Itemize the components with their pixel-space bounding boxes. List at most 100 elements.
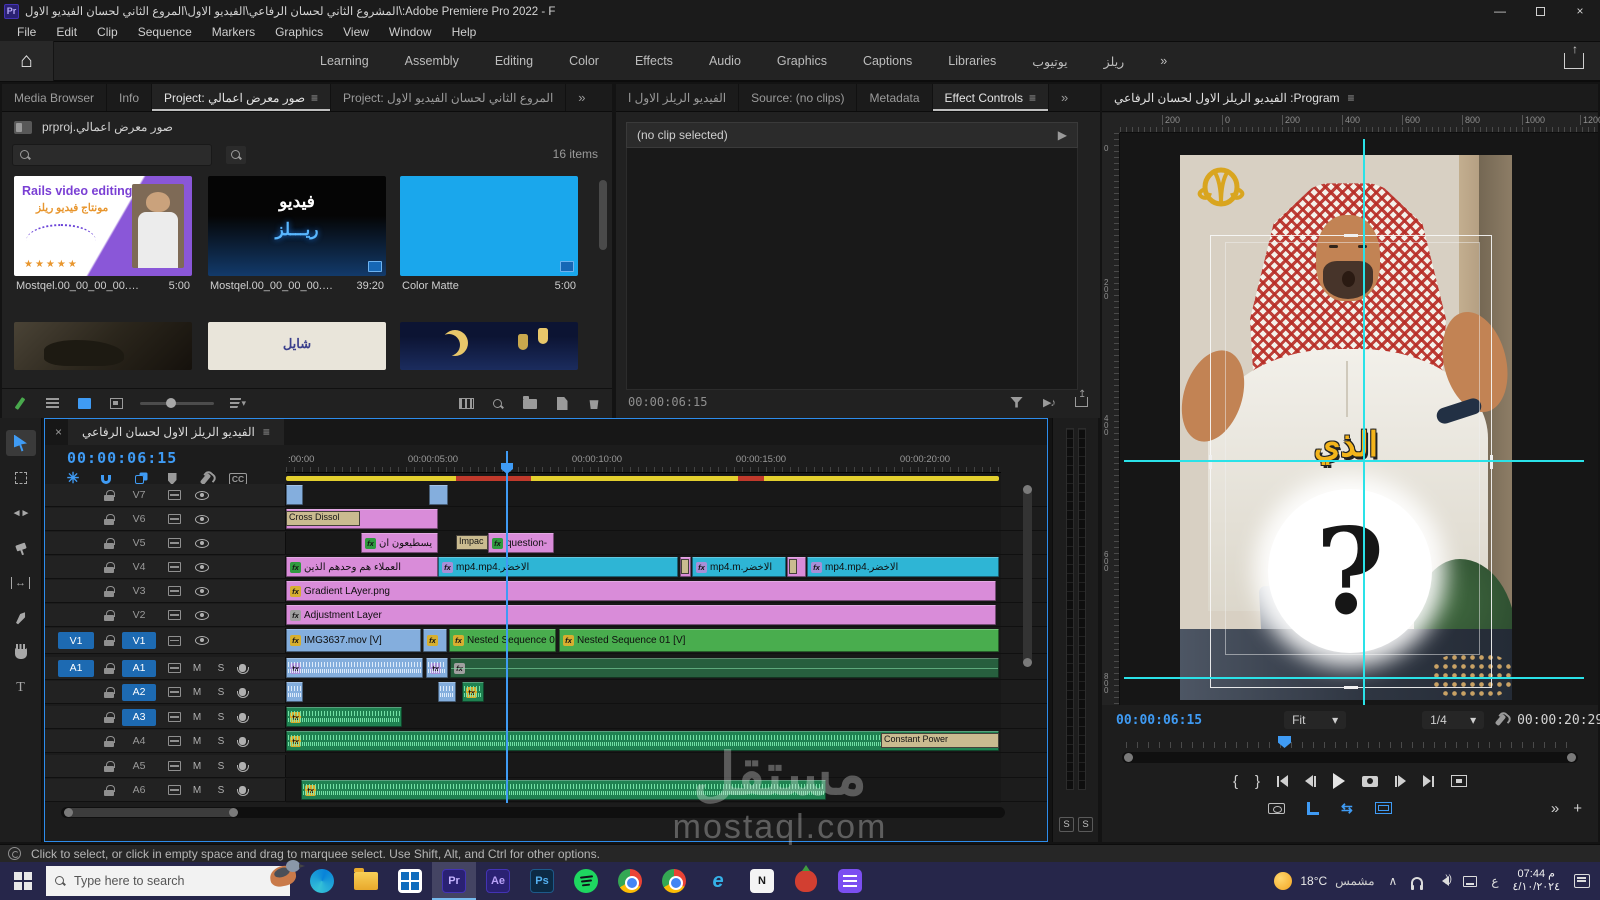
thumbnail-zoom-slider[interactable]: [140, 398, 214, 408]
clear-button[interactable]: [586, 397, 602, 411]
source-patch-a3[interactable]: [58, 709, 94, 726]
taskbar-app-clipchamp[interactable]: [828, 862, 872, 900]
clock[interactable]: 07:44 م ٤/١٠/٢٠٢٤: [1513, 868, 1560, 894]
workspace-tab[interactable]: Learning: [304, 48, 385, 74]
menu-file[interactable]: File: [8, 23, 45, 41]
source-patch-v5[interactable]: [58, 535, 94, 552]
timeline-clip[interactable]: fx IMG3637.mov [V]: [286, 629, 421, 652]
project-item[interactable]: Rails video editing مونتاج فيديو ريلز ★★★★…: [14, 176, 192, 292]
lock-icon[interactable]: [104, 662, 115, 674]
panel-menu-icon[interactable]: ≡: [311, 91, 318, 105]
project-tab[interactable]: Media Browser: [2, 84, 108, 111]
track-header-v3[interactable]: V3: [45, 580, 286, 602]
source-patch-v2[interactable]: [58, 607, 94, 624]
taskbar-app-chrome-1[interactable]: [608, 862, 652, 900]
mute-button[interactable]: M: [189, 736, 205, 747]
track-header-a5[interactable]: A5 M S: [45, 755, 286, 777]
timeline-clip[interactable]: [429, 485, 448, 505]
type-tool[interactable]: T: [6, 675, 36, 701]
solo-button[interactable]: S: [213, 785, 229, 796]
panel-menu-icon[interactable]: ≡: [1348, 91, 1355, 105]
source-tab[interactable]: الفيديو الريلز الاول ا: [616, 84, 740, 111]
more-panels-button[interactable]: »: [566, 84, 597, 111]
taskbar-app-photoshop[interactable]: Ps: [520, 862, 564, 900]
track-name-a1[interactable]: A1: [122, 659, 156, 677]
track-name-v6[interactable]: V6: [122, 511, 156, 528]
sync-lock-icon[interactable]: [168, 610, 181, 620]
voiceover-record-mic-icon[interactable]: [236, 786, 249, 796]
project-item-thumbnail[interactable]: فيديو ريـــلز: [208, 176, 386, 276]
timeline-clip[interactable]: fx: [426, 658, 448, 678]
more-panels-button[interactable]: »: [1049, 84, 1080, 111]
project-item[interactable]: فيديو ريـــلز Mostqel.00_00_00_00.Still...…: [208, 176, 386, 292]
workspace-tab[interactable]: Graphics: [761, 48, 843, 74]
export-frame-button[interactable]: [1362, 775, 1379, 787]
thumbnail-white-card[interactable]: شايل: [208, 322, 386, 370]
more-buttons-icon[interactable]: »: [1551, 800, 1559, 817]
source-tab[interactable]: Metadata: [857, 84, 933, 111]
track-header-v7[interactable]: V7: [45, 484, 286, 506]
timeline-clip[interactable]: [286, 485, 303, 505]
timeline-clip[interactable]: fx الاخضر.mp4.mp4: [438, 557, 678, 577]
timeline-clip[interactable]: fx: [301, 780, 826, 800]
close-sequence-icon[interactable]: ×: [45, 425, 68, 439]
search-bin-button[interactable]: [226, 146, 246, 164]
project-item-thumbnail[interactable]: Rails video editing مونتاج فيديو ريلز ★★★★…: [14, 176, 192, 276]
timeline-timecode[interactable]: 00:00:06:15: [67, 449, 177, 467]
timeline-clip[interactable]: [286, 682, 303, 702]
project-scrollbar[interactable]: [599, 180, 607, 250]
voiceover-record-mic-icon[interactable]: [236, 762, 249, 772]
toggle-track-output-eye-icon[interactable]: [195, 562, 209, 572]
track-name-v5[interactable]: V5: [122, 535, 156, 552]
multi-camera-icon[interactable]: [1268, 802, 1285, 814]
panel-menu-icon[interactable]: ≡: [1029, 91, 1036, 105]
maximize-button[interactable]: [1520, 0, 1560, 22]
timeline-clip[interactable]: fx الاخضر.mp4.mp4: [807, 557, 999, 577]
timeline-clip[interactable]: fx Nested Sequence 01 [V]: [559, 629, 999, 652]
icon-view-button[interactable]: [76, 397, 92, 411]
zoom-level-dropdown[interactable]: Fit ▾: [1284, 711, 1347, 729]
workspace-tab[interactable]: Captions: [847, 48, 928, 74]
timeline-clip[interactable]: fx: [286, 658, 423, 678]
toggle-track-output-eye-icon[interactable]: [195, 636, 209, 645]
track-header-a2[interactable]: A2 M S: [45, 681, 286, 703]
project-item-thumbnail[interactable]: [400, 176, 578, 276]
lock-icon[interactable]: [104, 609, 115, 621]
taskbar-app-store[interactable]: [388, 862, 432, 900]
project-tab[interactable]: Project: صور معرض اعمالي ≡: [152, 84, 332, 111]
workspace-tab[interactable]: Editing: [479, 48, 549, 74]
rulers-icon[interactable]: [1307, 801, 1319, 815]
clip-transition[interactable]: Constant Power: [881, 733, 999, 748]
weather-widget[interactable]: 18°C مشمس: [1274, 872, 1375, 890]
mute-button[interactable]: M: [189, 712, 205, 723]
sync-lock-icon[interactable]: [168, 663, 181, 673]
mute-button[interactable]: M: [189, 761, 205, 772]
sync-lock-icon[interactable]: [168, 490, 181, 500]
timeline-clip[interactable]: fx الاخضر.mp4.m: [692, 557, 786, 577]
voiceover-record-mic-icon[interactable]: [236, 737, 249, 747]
source-patch-v6[interactable]: [58, 511, 94, 528]
clip-transition[interactable]: Cross Dissol: [286, 511, 360, 526]
source-patch-v4[interactable]: [58, 559, 94, 576]
timeline-ruler[interactable]: :00:00 00:00:05:00 00:00:10:00 00:00:15:00 0…: [286, 451, 1001, 473]
home-button[interactable]: ⌂: [0, 41, 54, 81]
toggle-track-output-eye-icon[interactable]: [195, 610, 209, 620]
menu-graphics[interactable]: Graphics: [266, 23, 332, 41]
close-button[interactable]: ×: [1560, 0, 1600, 22]
new-bin-button[interactable]: [522, 395, 538, 411]
lift-button[interactable]: [1451, 775, 1468, 787]
project-tab[interactable]: Info: [107, 84, 153, 111]
sync-lock-icon[interactable]: [168, 586, 181, 596]
export-share-icon[interactable]: [1564, 42, 1584, 69]
toggle-track-output-eye-icon[interactable]: [195, 538, 209, 548]
timeline-clip[interactable]: fx Nested Sequence 01: [449, 629, 556, 652]
workspace-tab[interactable]: يوتيوب: [1016, 48, 1083, 75]
timeline-clip[interactable]: fx: [450, 658, 999, 678]
lock-icon[interactable]: [104, 537, 115, 549]
slip-tool[interactable]: ↔: [6, 570, 36, 596]
ripple-edit-tool[interactable]: ◄►: [6, 500, 36, 526]
track-select-forward-tool[interactable]: [6, 465, 36, 491]
track-name-a2[interactable]: A2: [122, 683, 156, 701]
toggle-track-output-eye-icon[interactable]: [195, 490, 209, 500]
track-header-a6[interactable]: A6 M S: [45, 779, 286, 801]
